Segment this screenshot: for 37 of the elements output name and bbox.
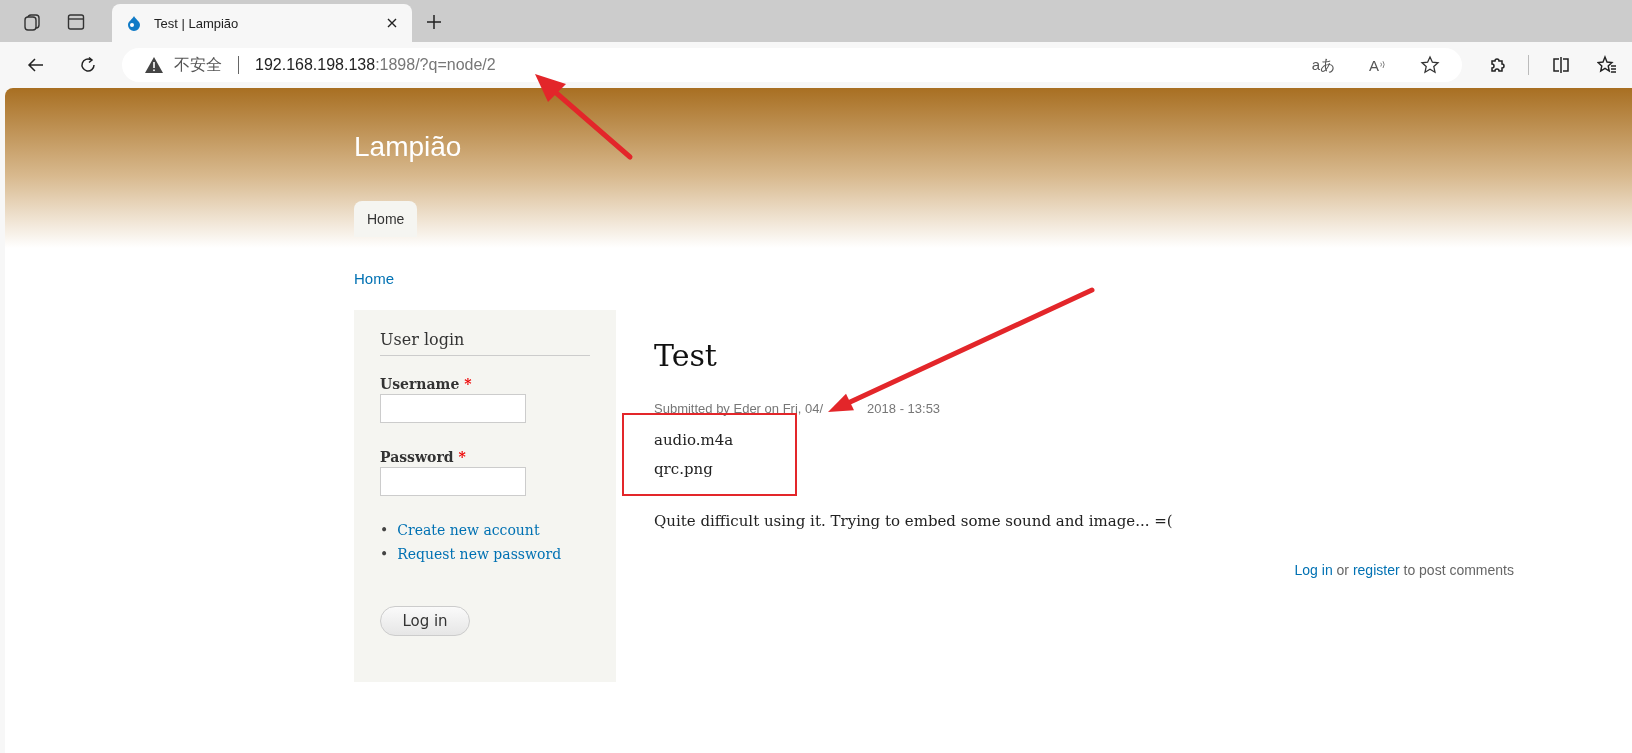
star-icon[interactable] (1420, 55, 1440, 75)
submitted-info: 2018 - 13:53 (867, 401, 941, 416)
breadcrumb-link[interactable]: Home (354, 270, 394, 287)
sound-waves-icon (1380, 59, 1386, 71)
read-aloud-button[interactable]: A (1369, 56, 1386, 74)
address-field[interactable]: 192.168.198.138:1898/?q=node/2 (255, 56, 496, 74)
workspaces-icon[interactable] (22, 12, 42, 32)
bullet: • (380, 546, 389, 562)
tab-actions-icon[interactable] (66, 12, 86, 32)
field-label: Username * (380, 376, 473, 392)
translate-button[interactable]: aあ (1311, 55, 1335, 75)
account-link[interactable]: Create new account (397, 522, 540, 538)
login-button[interactable]: Log in (380, 606, 470, 636)
favorites-icon[interactable] (1597, 55, 1617, 75)
security-label[interactable]: 不安全 (174, 54, 222, 76)
drop-icon (126, 15, 142, 31)
register-link[interactable]: register (1352, 562, 1400, 578)
attachment-name: audio.m4a (654, 430, 735, 451)
bullet: • (380, 522, 389, 538)
node-title: Test (654, 338, 718, 373)
input-field[interactable] (380, 394, 526, 423)
field-label: Password * (380, 449, 467, 465)
login-link[interactable]: Log in (1294, 562, 1333, 578)
input-field[interactable] (380, 467, 526, 496)
extensions-icon[interactable] (1488, 55, 1508, 75)
attachment-name: qrc.png (654, 459, 714, 480)
comment-prompt: Log in or register to post comments (1293, 562, 1514, 578)
block-title: User login (380, 330, 590, 356)
split-screen-icon[interactable] (1551, 55, 1571, 75)
browser-tab[interactable]: Test | Lampião (112, 4, 412, 42)
new-tab-icon[interactable] (424, 12, 444, 32)
close-icon[interactable] (386, 17, 398, 29)
node-body: Quite difficult using it. Trying to embed some sound and image... =( (654, 512, 1174, 530)
warning-icon[interactable] (144, 56, 164, 74)
nav-tab[interactable]: Home (354, 201, 418, 237)
reload-icon[interactable] (78, 55, 98, 75)
account-link[interactable]: Request new password (397, 546, 562, 562)
